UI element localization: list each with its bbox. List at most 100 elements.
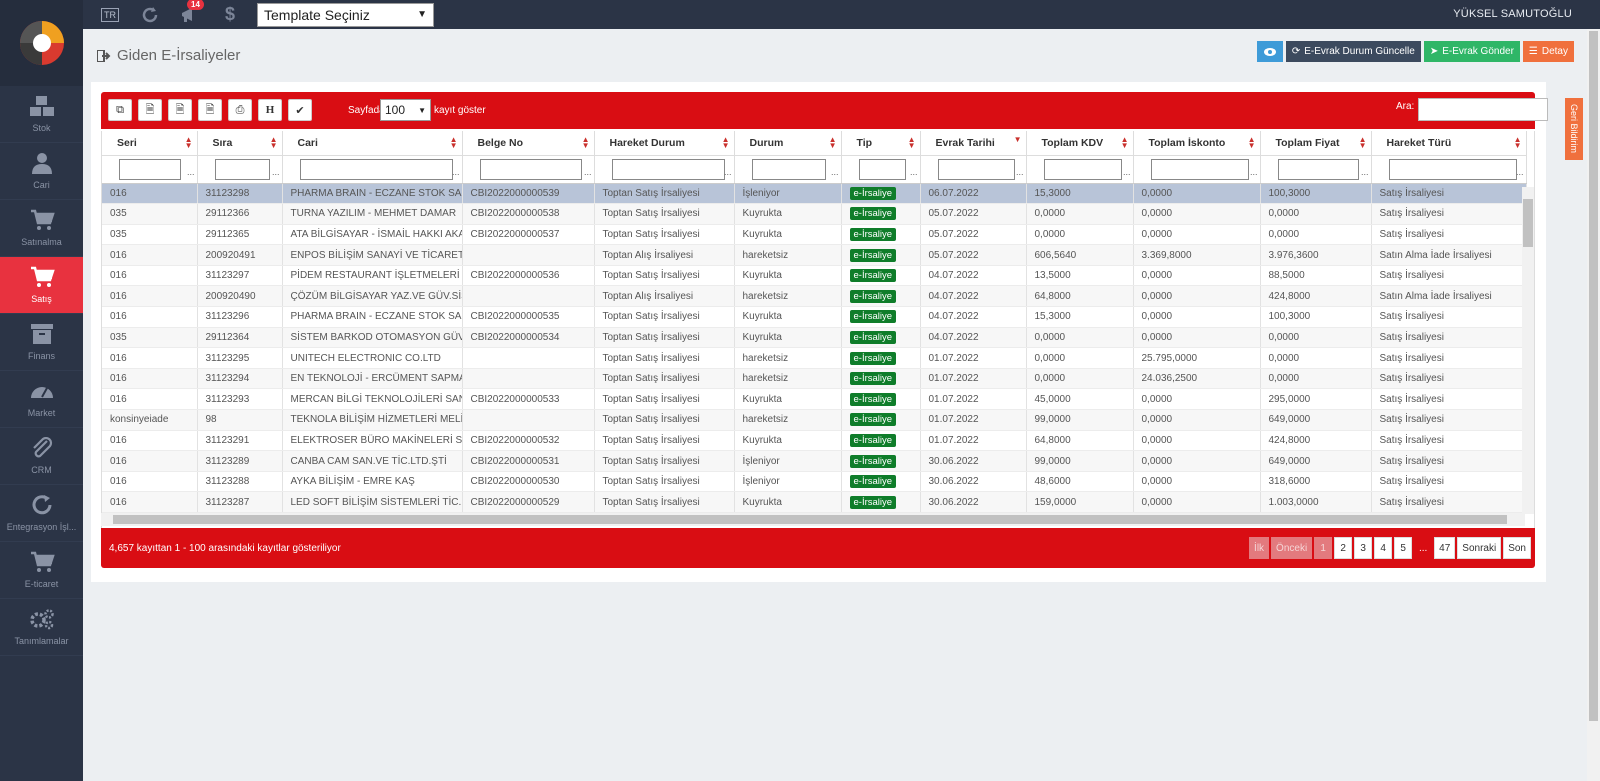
- sidebar-item-cari[interactable]: Cari: [0, 143, 83, 200]
- table-row[interactable]: 035 29112364 SİSTEM BARKOD OTOMASYON GÜV..…: [102, 327, 1527, 349]
- language-toggle[interactable]: TR: [97, 5, 123, 25]
- page-link[interactable]: 4: [1374, 537, 1393, 559]
- csv-button[interactable]: 🗎: [138, 99, 162, 121]
- column-filter-input[interactable]: [751, 158, 826, 180]
- sidebar-item-entegrasyon-i-şl-[interactable]: Entegrasyon İşl...: [0, 485, 83, 542]
- column-filter-input[interactable]: [299, 158, 453, 180]
- h-button[interactable]: H: [258, 99, 282, 121]
- column-header[interactable]: Seri ▲ ▼: [102, 131, 198, 156]
- filter-options-icon[interactable]: ...: [272, 167, 280, 177]
- column-header[interactable]: Evrak Tarihi ▼: [920, 131, 1027, 156]
- filter-options-icon[interactable]: ...: [1016, 167, 1024, 177]
- horizontal-scrollbar[interactable]: [101, 513, 1525, 526]
- page-link[interactable]: 2: [1334, 537, 1353, 559]
- dollar-icon[interactable]: $: [217, 4, 243, 25]
- page-link[interactable]: Önceki: [1271, 537, 1313, 559]
- column-filter-input[interactable]: [1150, 158, 1249, 180]
- page-link[interactable]: 3: [1354, 537, 1373, 559]
- sidebar-item-tanımlamalar[interactable]: Tanımlamalar: [0, 599, 83, 656]
- column-filter-input[interactable]: [214, 158, 270, 180]
- table-row[interactable]: 016 31123293 MERCAN BİLGİ TEKNOLOJİLERİ SA…: [102, 388, 1527, 411]
- page-link[interactable]: İlk: [1249, 537, 1270, 559]
- column-header[interactable]: Toplam İskonto ▲ ▼: [1133, 131, 1261, 156]
- table-row[interactable]: 035 29112365 ATA BİLGİSAYAR - İSMAİL HAKKI…: [102, 224, 1527, 246]
- feedback-tab[interactable]: Geri Bildirim: [1565, 98, 1583, 160]
- table-row[interactable]: 016 200920491 ENPOS BİLİŞİM SANAYİ VE TİCA…: [102, 244, 1527, 266]
- send-button[interactable]: ➤ E-Evrak Gönder: [1423, 41, 1520, 62]
- column-header[interactable]: Sıra ▲ ▼: [197, 131, 283, 156]
- view-button[interactable]: [1256, 41, 1283, 62]
- sidebar-item-crm[interactable]: CRM: [0, 428, 83, 485]
- filter-options-icon[interactable]: ...: [1250, 167, 1258, 177]
- column-header[interactable]: Cari ▲ ▼: [282, 131, 463, 156]
- column-header[interactable]: Toplam Fiyat ▲ ▼: [1260, 131, 1372, 156]
- sidebar-item-e-ticaret[interactable]: E-ticaret: [0, 542, 83, 599]
- template-select[interactable]: Template Seçiniz ▼: [257, 2, 434, 27]
- search-input[interactable]: [1418, 98, 1548, 121]
- filter-options-icon[interactable]: ...: [831, 167, 839, 177]
- page-link[interactable]: Sonraki: [1457, 537, 1502, 559]
- column-header[interactable]: Belge No ▲ ▼: [462, 131, 595, 156]
- vertical-scrollbar[interactable]: [1522, 187, 1534, 514]
- column-header[interactable]: Hareket Durum ▲ ▼: [594, 131, 735, 156]
- filter-options-icon[interactable]: ...: [910, 167, 918, 177]
- filter-options-icon[interactable]: ...: [187, 167, 195, 177]
- status-update-button[interactable]: ⟳ E-Evrak Durum Güncelle: [1285, 41, 1421, 62]
- sidebar-item-satış[interactable]: Satış: [0, 257, 83, 314]
- scroll-thumb[interactable]: [1523, 199, 1533, 247]
- pdf-button[interactable]: 🗎: [198, 99, 222, 121]
- page-size-select[interactable]: 100 ▼: [380, 99, 431, 121]
- table-row[interactable]: 016 31123296 PHARMA BRAIN - ECZANE STOK SA…: [102, 306, 1527, 328]
- column-header[interactable]: Toplam KDV ▲ ▼: [1026, 131, 1134, 156]
- refresh-icon[interactable]: [137, 5, 163, 25]
- column-filter-input[interactable]: [1043, 158, 1122, 180]
- table-row[interactable]: 016 31123298 PHARMA BRAIN - ECZANE STOK SA…: [102, 183, 1527, 205]
- table-row[interactable]: 035 29112366 TURNA YAZILIM - MEHMET DAMAR C…: [102, 203, 1527, 225]
- table-row[interactable]: 016 200920490 ÇÖZÜM BİLGİSAYAR YAZ.VE GÜV.…: [102, 285, 1527, 308]
- page-scrollbar[interactable]: [1587, 29, 1600, 781]
- column-filter-input[interactable]: [1277, 158, 1359, 180]
- table-row[interactable]: 016 31123294 EN TEKNOLOJİ - ERCÜMENT SAPMA…: [102, 368, 1527, 390]
- table-row[interactable]: konsinyeiade 98 TEKNOLA BİLİŞİM HİZMETLERİ…: [102, 409, 1527, 431]
- table-row[interactable]: 016 31123289 CANBA CAM SAN.VE TİC.LTD.ŞTİ C…: [102, 450, 1527, 472]
- column-filter-input[interactable]: [119, 158, 181, 180]
- print-button[interactable]: ⎙: [228, 99, 252, 121]
- column-header[interactable]: Tip ▲ ▼: [841, 131, 921, 156]
- table-cell: 01.07.2022: [920, 347, 1027, 369]
- column-filter-input[interactable]: [479, 158, 582, 180]
- page-link[interactable]: Son: [1503, 537, 1531, 559]
- sidebar-item-stok[interactable]: Stok: [0, 86, 83, 143]
- table-row[interactable]: 016 31123295 UNITECH ELECTRONIC CO.LTD Topt…: [102, 347, 1527, 369]
- filter-options-icon[interactable]: ...: [1516, 167, 1524, 177]
- table-row[interactable]: 016 31123297 PİDEM RESTAURANT İŞLETMELERİ …: [102, 265, 1527, 287]
- column-header[interactable]: Durum ▲ ▼: [734, 131, 842, 156]
- sidebar-item-finans[interactable]: Finans: [0, 314, 83, 371]
- filter-options-icon[interactable]: ...: [1123, 167, 1131, 177]
- sidebar-item-market[interactable]: Market: [0, 371, 83, 428]
- table-row[interactable]: 016 31123287 LED SOFT BİLİŞİM SİSTEMLERİ T…: [102, 491, 1527, 513]
- filter-options-icon[interactable]: ...: [584, 167, 592, 177]
- check-button[interactable]: ✔: [288, 99, 312, 121]
- excel-button[interactable]: 🗎: [168, 99, 192, 121]
- column-filter-input[interactable]: [611, 158, 725, 180]
- filter-options-icon[interactable]: ...: [452, 167, 460, 177]
- column-header[interactable]: Hareket Türü ▲ ▼: [1371, 131, 1527, 156]
- logo[interactable]: [0, 0, 83, 86]
- column-filter-input[interactable]: [937, 158, 1015, 180]
- table-row[interactable]: 016 31123288 AYKA BİLİŞİM - EMRE KAŞ CBI202…: [102, 471, 1527, 493]
- bullhorn-icon[interactable]: 14: [177, 0, 204, 25]
- page-link[interactable]: 47: [1434, 537, 1456, 559]
- scroll-thumb[interactable]: [1589, 31, 1598, 721]
- detail-button[interactable]: ☰ Detay: [1522, 41, 1574, 62]
- sidebar-item-satınalma[interactable]: Satınalma: [0, 200, 83, 257]
- user-name[interactable]: YÜKSEL SAMUTOĞLU: [1453, 8, 1572, 20]
- scroll-thumb[interactable]: [113, 515, 1507, 524]
- table-row[interactable]: 016 31123291 ELEKTROSER BÜRO MAKİNELERİ SA…: [102, 430, 1527, 452]
- column-filter-input[interactable]: [1388, 158, 1517, 180]
- page-link[interactable]: 5: [1394, 537, 1413, 559]
- column-filter-input[interactable]: [858, 158, 906, 180]
- copy-button[interactable]: ⧉: [108, 99, 132, 121]
- filter-options-icon[interactable]: ...: [1361, 167, 1369, 177]
- filter-options-icon[interactable]: ...: [724, 167, 732, 177]
- page-link[interactable]: 1: [1314, 537, 1333, 559]
